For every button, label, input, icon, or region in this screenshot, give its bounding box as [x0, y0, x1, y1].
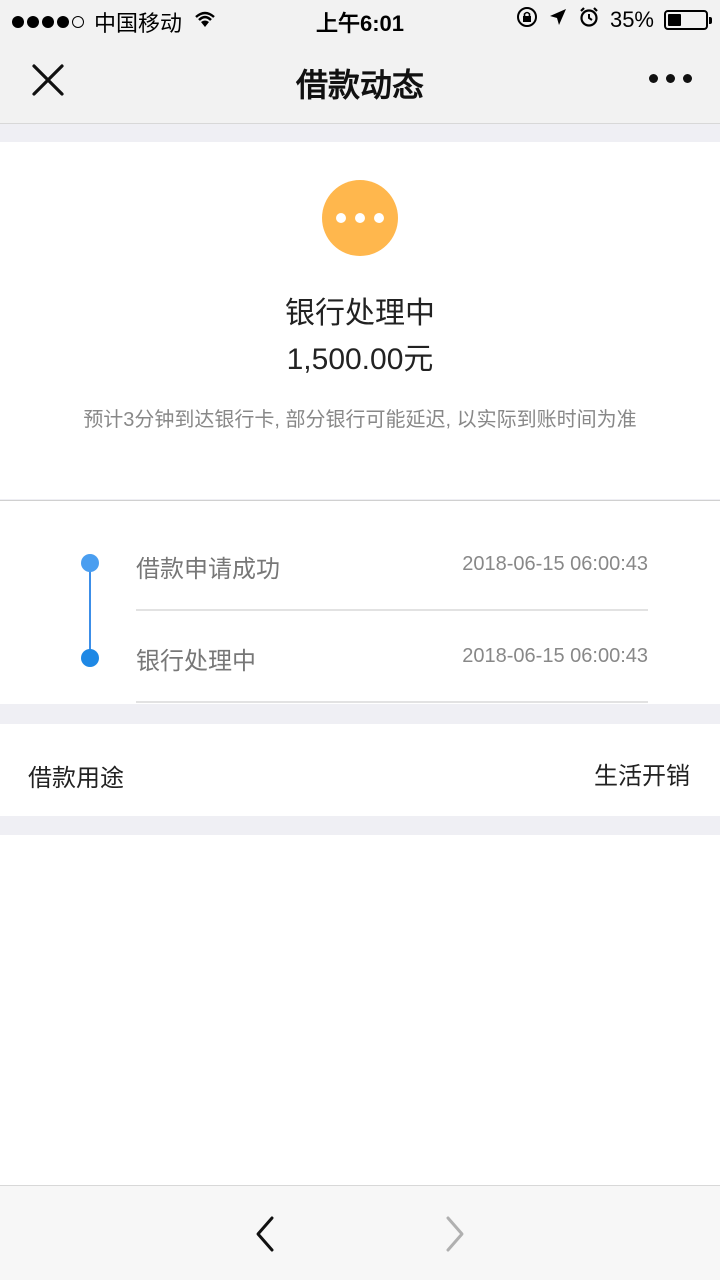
timeline-connector	[89, 564, 91, 660]
nav-bar: 借款动态	[0, 40, 720, 124]
alarm-icon	[578, 6, 600, 34]
more-dots-icon	[649, 74, 658, 83]
page-title: 借款动态	[295, 67, 424, 103]
timeline-item-label: 银行处理中	[136, 648, 256, 675]
timeline-item: 银行处理中 2018-06-15 06:00:43	[136, 611, 648, 703]
status-title: 银行处理中	[285, 297, 435, 330]
timeline-dot-icon	[81, 554, 99, 572]
pending-icon	[322, 180, 398, 256]
loan-purpose-label: 借款用途	[28, 765, 124, 792]
loan-purpose-row: 借款用途 生活开销	[0, 724, 720, 816]
timeline-item: 借款申请成功 2018-06-15 06:00:43	[136, 519, 648, 611]
loan-amount: 1,500.00元	[286, 343, 434, 376]
chevron-left-icon	[256, 1216, 274, 1252]
chevron-right-icon	[446, 1216, 464, 1252]
timeline-item-label: 借款申请成功	[136, 556, 280, 583]
location-arrow-icon	[548, 7, 568, 33]
loan-purpose-value: 生活开销	[594, 763, 690, 790]
battery-icon	[664, 10, 712, 30]
rotation-lock-icon	[516, 6, 538, 34]
more-menu-button[interactable]	[649, 74, 692, 83]
content-blank-area	[0, 835, 720, 1185]
arrival-notice: 预计3分钟到达银行卡, 部分银行可能延迟, 以实际到账时间为准	[83, 409, 637, 431]
status-bar: 中国移动 上午6:01 35%	[0, 0, 720, 40]
battery-level-fill	[668, 14, 681, 26]
timeline-item-time: 2018-06-15 06:00:43	[462, 645, 648, 667]
browser-toolbar	[0, 1185, 720, 1280]
battery-percent: 35%	[609, 7, 654, 32]
status-card: 银行处理中 1,500.00元 预计3分钟到达银行卡, 部分银行可能延迟, 以实…	[0, 142, 720, 499]
timeline-item-time: 2018-06-15 06:00:43	[462, 553, 648, 575]
progress-timeline: 借款申请成功 2018-06-15 06:00:43 银行处理中 2018-06…	[0, 500, 720, 704]
forward-button[interactable]	[440, 1214, 470, 1254]
timeline-dot-icon	[81, 649, 99, 667]
status-right: 35%	[516, 6, 712, 34]
back-button[interactable]	[250, 1214, 280, 1254]
